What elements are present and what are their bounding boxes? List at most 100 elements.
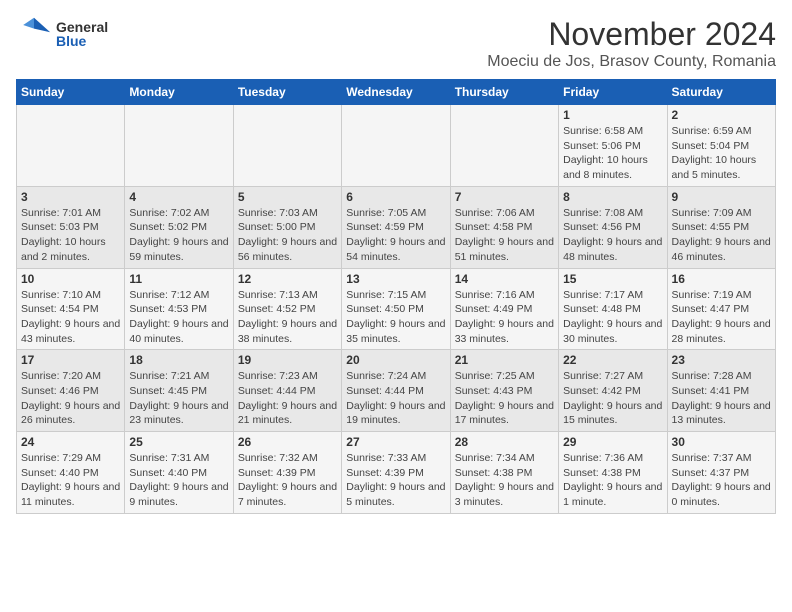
calendar-cell — [17, 105, 125, 187]
calendar-cell — [450, 105, 558, 187]
day-number: 6 — [346, 190, 445, 204]
calendar-cell — [342, 105, 450, 187]
day-info: Sunrise: 7:25 AM Sunset: 4:43 PM Dayligh… — [455, 369, 554, 428]
day-info: Sunrise: 7:15 AM Sunset: 4:50 PM Dayligh… — [346, 288, 445, 347]
calendar-cell: 21Sunrise: 7:25 AM Sunset: 4:43 PM Dayli… — [450, 350, 558, 432]
logo: General Blue — [16, 16, 108, 52]
calendar-cell: 10 Sunrise: 7:10 AM Sunset: 4:54 PM Dayli… — [17, 268, 125, 350]
day-info: Sunrise: 6:59 AM Sunset: 5:04 PM Dayligh… — [672, 124, 771, 183]
title-area: November 2024 Moeciu de Jos, Brasov Coun… — [487, 16, 776, 71]
header: General Blue November 2024 Moeciu de Jos… — [16, 16, 776, 71]
calendar-cell: 9Sunrise: 7:09 AM Sunset: 4:55 PM Daylig… — [667, 186, 775, 268]
day-number: 25 — [129, 435, 228, 449]
day-number: 18 — [129, 353, 228, 367]
calendar-header-monday: Monday — [125, 80, 233, 105]
day-info: Sunrise: 7:03 AM Sunset: 5:00 PM Dayligh… — [238, 206, 337, 265]
calendar-cell: 17 Sunrise: 7:20 AM Sunset: 4:46 PM Dayli… — [17, 350, 125, 432]
logo-blue-text: Blue — [56, 34, 108, 48]
day-info: Sunrise: 7:34 AM Sunset: 4:38 PM Dayligh… — [455, 451, 554, 510]
calendar-header-friday: Friday — [559, 80, 667, 105]
day-number: 14 — [455, 272, 554, 286]
day-info: Sunrise: 7:01 AM Sunset: 5:03 PM Dayligh… — [21, 206, 120, 265]
calendar-header-tuesday: Tuesday — [233, 80, 341, 105]
day-number: 30 — [672, 435, 771, 449]
day-number: 1 — [563, 108, 662, 122]
day-info: Sunrise: 7:36 AM Sunset: 4:38 PM Dayligh… — [563, 451, 662, 510]
day-number: 22 — [563, 353, 662, 367]
calendar-cell: 2 Sunrise: 6:59 AM Sunset: 5:04 PM Daylig… — [667, 105, 775, 187]
calendar-week-row: 24 Sunrise: 7:29 AM Sunset: 4:40 PM Dayli… — [17, 432, 776, 514]
day-number: 11 — [129, 272, 228, 286]
calendar-cell: 22Sunrise: 7:27 AM Sunset: 4:42 PM Dayli… — [559, 350, 667, 432]
day-info: Sunrise: 7:37 AM Sunset: 4:37 PM Dayligh… — [672, 451, 771, 510]
calendar-cell: 24 Sunrise: 7:29 AM Sunset: 4:40 PM Dayli… — [17, 432, 125, 514]
logo-general-text: General — [56, 20, 108, 34]
calendar-week-row: 10 Sunrise: 7:10 AM Sunset: 4:54 PM Dayli… — [17, 268, 776, 350]
calendar-header-wednesday: Wednesday — [342, 80, 450, 105]
day-info: Sunrise: 7:17 AM Sunset: 4:48 PM Dayligh… — [563, 288, 662, 347]
day-info: Sunrise: 7:12 AM Sunset: 4:53 PM Dayligh… — [129, 288, 228, 347]
day-number: 23 — [672, 353, 771, 367]
day-number: 8 — [563, 190, 662, 204]
calendar-cell — [233, 105, 341, 187]
calendar-cell: 8 Sunrise: 7:08 AM Sunset: 4:56 PM Daylig… — [559, 186, 667, 268]
calendar-header-sunday: Sunday — [17, 80, 125, 105]
calendar-cell: 12 Sunrise: 7:13 AM Sunset: 4:52 PM Dayli… — [233, 268, 341, 350]
calendar-cell — [125, 105, 233, 187]
day-number: 19 — [238, 353, 337, 367]
day-number: 10 — [21, 272, 120, 286]
day-number: 3 — [21, 190, 120, 204]
calendar-header-saturday: Saturday — [667, 80, 775, 105]
day-number: 2 — [672, 108, 771, 122]
calendar-header-row: SundayMondayTuesdayWednesdayThursdayFrid… — [17, 80, 776, 105]
calendar-cell: 5 Sunrise: 7:03 AM Sunset: 5:00 PM Daylig… — [233, 186, 341, 268]
calendar-week-row: 1Sunrise: 6:58 AM Sunset: 5:06 PM Daylig… — [17, 105, 776, 187]
day-info: Sunrise: 7:31 AM Sunset: 4:40 PM Dayligh… — [129, 451, 228, 510]
day-info: Sunrise: 7:05 AM Sunset: 4:59 PM Dayligh… — [346, 206, 445, 265]
day-info: Sunrise: 7:16 AM Sunset: 4:49 PM Dayligh… — [455, 288, 554, 347]
day-number: 5 — [238, 190, 337, 204]
day-info: Sunrise: 7:13 AM Sunset: 4:52 PM Dayligh… — [238, 288, 337, 347]
calendar-cell: 30 Sunrise: 7:37 AM Sunset: 4:37 PM Dayli… — [667, 432, 775, 514]
day-info: Sunrise: 7:19 AM Sunset: 4:47 PM Dayligh… — [672, 288, 771, 347]
day-info: Sunrise: 7:10 AM Sunset: 4:54 PM Dayligh… — [21, 288, 120, 347]
day-info: Sunrise: 7:02 AM Sunset: 5:02 PM Dayligh… — [129, 206, 228, 265]
calendar-cell: 19Sunrise: 7:23 AM Sunset: 4:44 PM Dayli… — [233, 350, 341, 432]
day-info: Sunrise: 7:29 AM Sunset: 4:40 PM Dayligh… — [21, 451, 120, 510]
day-number: 29 — [563, 435, 662, 449]
calendar-header-thursday: Thursday — [450, 80, 558, 105]
day-number: 16 — [672, 272, 771, 286]
calendar-cell: 11 Sunrise: 7:12 AM Sunset: 4:53 PM Dayli… — [125, 268, 233, 350]
calendar-cell: 20 Sunrise: 7:24 AM Sunset: 4:44 PM Dayli… — [342, 350, 450, 432]
calendar-cell: 18 Sunrise: 7:21 AM Sunset: 4:45 PM Dayli… — [125, 350, 233, 432]
day-info: Sunrise: 7:24 AM Sunset: 4:44 PM Dayligh… — [346, 369, 445, 428]
calendar-cell: 14 Sunrise: 7:16 AM Sunset: 4:49 PM Dayli… — [450, 268, 558, 350]
day-number: 15 — [563, 272, 662, 286]
calendar-cell: 3 Sunrise: 7:01 AM Sunset: 5:03 PM Daylig… — [17, 186, 125, 268]
calendar-cell: 4Sunrise: 7:02 AM Sunset: 5:02 PM Daylig… — [125, 186, 233, 268]
calendar-cell: 7Sunrise: 7:06 AM Sunset: 4:58 PM Daylig… — [450, 186, 558, 268]
day-number: 26 — [238, 435, 337, 449]
calendar-cell: 26 Sunrise: 7:32 AM Sunset: 4:39 PM Dayli… — [233, 432, 341, 514]
day-number: 24 — [21, 435, 120, 449]
day-number: 13 — [346, 272, 445, 286]
calendar-cell: 27Sunrise: 7:33 AM Sunset: 4:39 PM Dayli… — [342, 432, 450, 514]
day-number: 20 — [346, 353, 445, 367]
calendar-cell: 25 Sunrise: 7:31 AM Sunset: 4:40 PM Dayli… — [125, 432, 233, 514]
day-info: Sunrise: 7:20 AM Sunset: 4:46 PM Dayligh… — [21, 369, 120, 428]
day-info: Sunrise: 7:28 AM Sunset: 4:41 PM Dayligh… — [672, 369, 771, 428]
calendar-cell: 13 Sunrise: 7:15 AM Sunset: 4:50 PM Dayli… — [342, 268, 450, 350]
day-number: 12 — [238, 272, 337, 286]
calendar-cell: 1Sunrise: 6:58 AM Sunset: 5:06 PM Daylig… — [559, 105, 667, 187]
month-title: November 2024 — [487, 16, 776, 53]
day-info: Sunrise: 7:32 AM Sunset: 4:39 PM Dayligh… — [238, 451, 337, 510]
day-info: Sunrise: 7:08 AM Sunset: 4:56 PM Dayligh… — [563, 206, 662, 265]
calendar-cell: 29 Sunrise: 7:36 AM Sunset: 4:38 PM Dayli… — [559, 432, 667, 514]
day-info: Sunrise: 7:06 AM Sunset: 4:58 PM Dayligh… — [455, 206, 554, 265]
day-number: 27 — [346, 435, 445, 449]
day-number: 17 — [21, 353, 120, 367]
day-info: Sunrise: 7:21 AM Sunset: 4:45 PM Dayligh… — [129, 369, 228, 428]
calendar-cell: 15 Sunrise: 7:17 AM Sunset: 4:48 PM Dayli… — [559, 268, 667, 350]
day-number: 28 — [455, 435, 554, 449]
calendar-cell: 28 Sunrise: 7:34 AM Sunset: 4:38 PM Dayli… — [450, 432, 558, 514]
